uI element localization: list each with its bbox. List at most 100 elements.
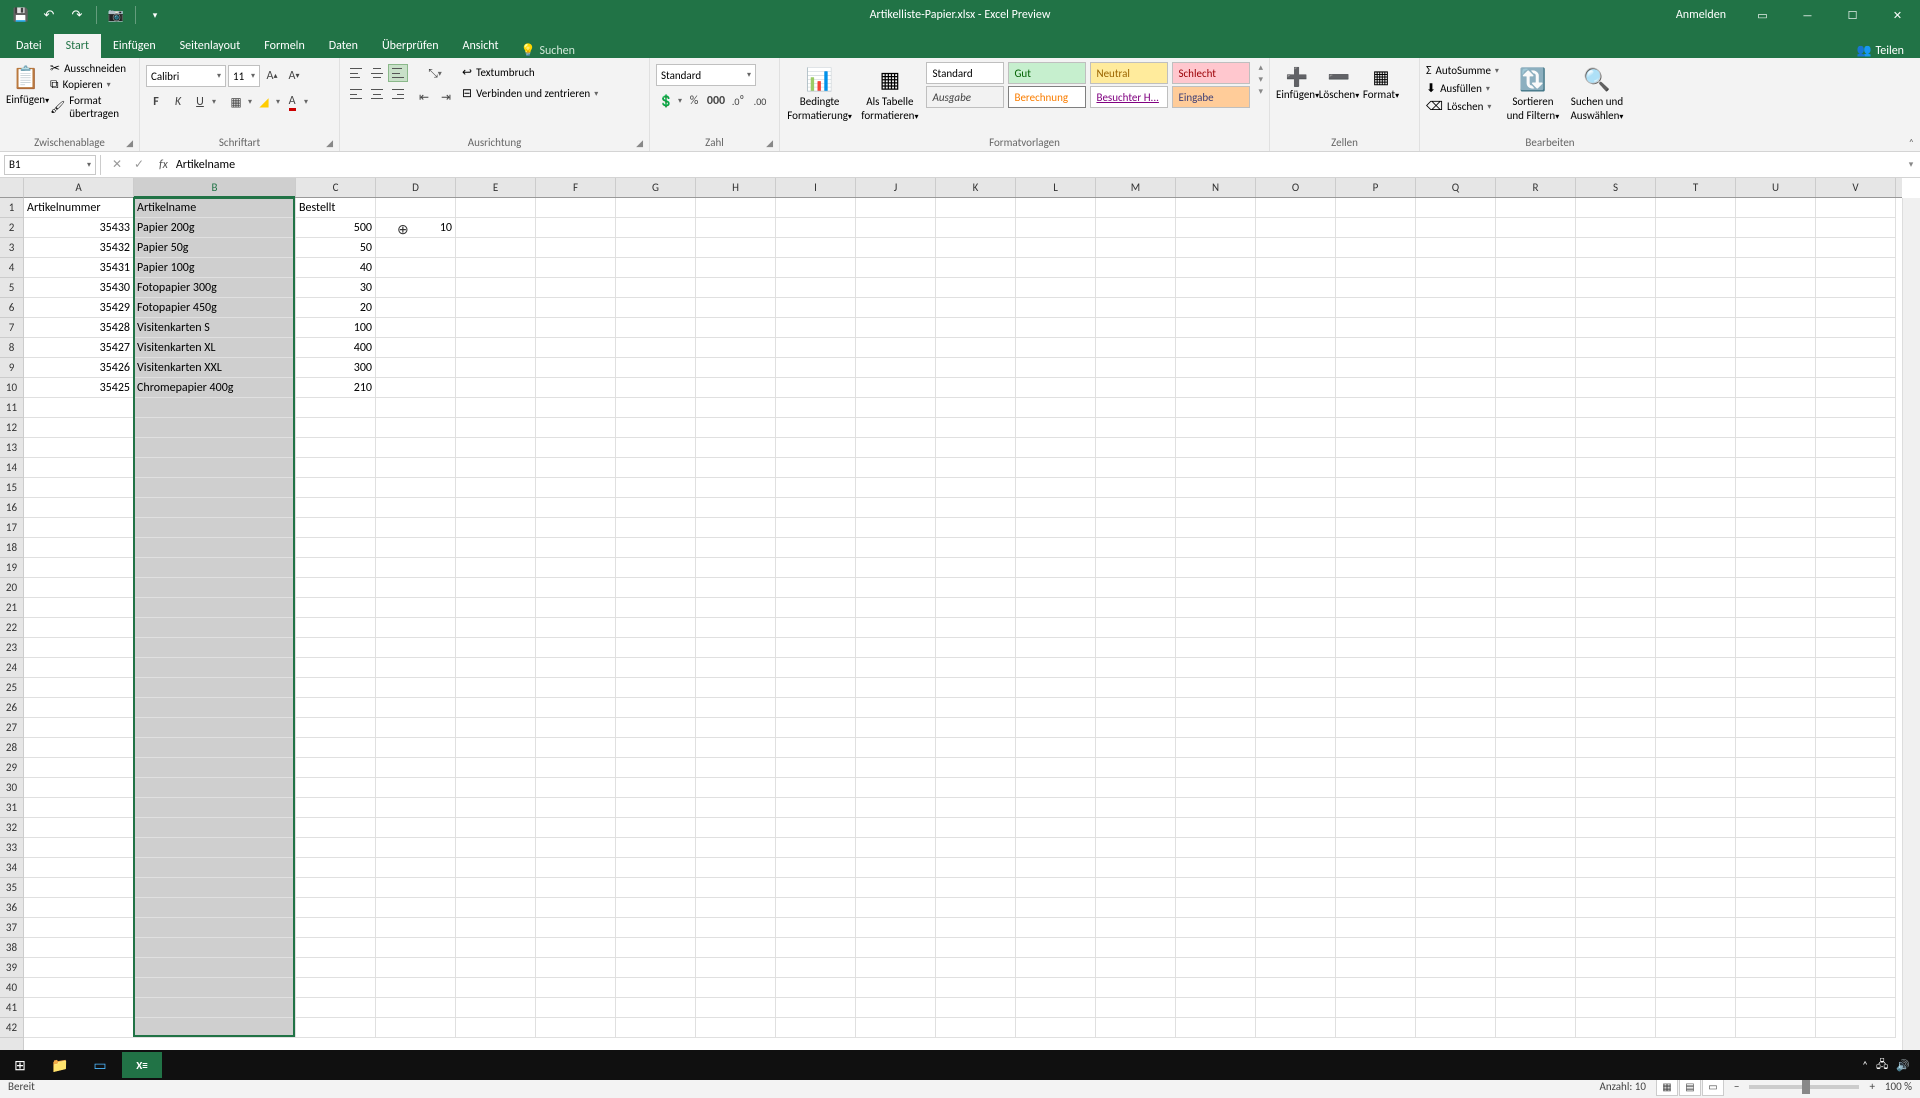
cell[interactable] <box>1816 518 1896 538</box>
cell[interactable] <box>696 698 776 718</box>
cell[interactable] <box>1736 438 1816 458</box>
cell[interactable] <box>1576 278 1656 298</box>
cell[interactable] <box>134 958 296 978</box>
cell[interactable] <box>456 298 536 318</box>
cell[interactable] <box>1816 838 1896 858</box>
cell[interactable] <box>296 638 376 658</box>
cell[interactable] <box>376 898 456 918</box>
cell[interactable] <box>1736 838 1816 858</box>
cell[interactable] <box>1016 778 1096 798</box>
cell[interactable] <box>1656 438 1736 458</box>
cell[interactable] <box>936 318 1016 338</box>
cell[interactable] <box>776 238 856 258</box>
column-header[interactable]: A <box>24 178 134 197</box>
cell[interactable] <box>536 638 616 658</box>
cell[interactable] <box>776 718 856 738</box>
cell[interactable] <box>1496 498 1576 518</box>
cell[interactable] <box>1096 338 1176 358</box>
cell[interactable] <box>1576 218 1656 238</box>
cell[interactable] <box>696 258 776 278</box>
cell[interactable] <box>536 338 616 358</box>
cell[interactable] <box>536 838 616 858</box>
cell[interactable] <box>776 758 856 778</box>
column-headers[interactable]: ABCDEFGHIJKLMNOPQRSTUV <box>24 178 1902 198</box>
cell[interactable] <box>1256 758 1336 778</box>
cell[interactable] <box>696 398 776 418</box>
cell[interactable] <box>1016 378 1096 398</box>
cell[interactable] <box>696 478 776 498</box>
cell[interactable] <box>1256 318 1336 338</box>
cell[interactable] <box>1816 818 1896 838</box>
cell[interactable] <box>1576 198 1656 218</box>
cell[interactable] <box>536 278 616 298</box>
cell[interactable] <box>1816 558 1896 578</box>
cell[interactable] <box>536 738 616 758</box>
cell[interactable] <box>1256 418 1336 438</box>
row-header[interactable]: 9 <box>0 358 23 378</box>
cell[interactable] <box>1576 718 1656 738</box>
cell[interactable] <box>856 198 936 218</box>
cell[interactable]: 35428 <box>24 318 134 338</box>
cell[interactable] <box>936 698 1016 718</box>
cell[interactable] <box>776 298 856 318</box>
cell[interactable] <box>1656 538 1736 558</box>
cell[interactable] <box>1576 498 1656 518</box>
cell[interactable] <box>856 378 936 398</box>
cell[interactable] <box>856 598 936 618</box>
cell[interactable] <box>536 218 616 238</box>
cell[interactable] <box>1176 378 1256 398</box>
cell[interactable] <box>1576 938 1656 958</box>
cell[interactable] <box>696 438 776 458</box>
cell[interactable] <box>536 438 616 458</box>
cell[interactable] <box>776 618 856 638</box>
row-header[interactable]: 19 <box>0 558 23 578</box>
cell[interactable] <box>536 378 616 398</box>
cell[interactable] <box>296 558 376 578</box>
cell[interactable] <box>616 278 696 298</box>
cell[interactable] <box>856 278 936 298</box>
cell[interactable] <box>1176 778 1256 798</box>
cell[interactable] <box>1496 318 1576 338</box>
cell[interactable] <box>1176 938 1256 958</box>
cell[interactable] <box>536 698 616 718</box>
column-header[interactable]: N <box>1176 178 1256 197</box>
cell[interactable] <box>1176 858 1256 878</box>
cell[interactable] <box>856 418 936 438</box>
cell[interactable] <box>856 618 936 638</box>
cell[interactable] <box>1496 258 1576 278</box>
cell[interactable] <box>24 718 134 738</box>
cell[interactable] <box>1496 998 1576 1018</box>
cell[interactable]: 100 <box>296 318 376 338</box>
cell[interactable] <box>536 958 616 978</box>
cell[interactable] <box>1336 478 1416 498</box>
cell[interactable] <box>856 798 936 818</box>
cell[interactable] <box>456 658 536 678</box>
cell[interactable] <box>1816 758 1896 778</box>
cell[interactable] <box>1736 818 1816 838</box>
browser-icon[interactable]: ▭ <box>80 1050 120 1080</box>
cell[interactable] <box>1656 338 1736 358</box>
cell[interactable] <box>134 898 296 918</box>
cell[interactable] <box>936 598 1016 618</box>
cell[interactable] <box>1256 478 1336 498</box>
cell[interactable] <box>696 998 776 1018</box>
cell[interactable] <box>856 978 936 998</box>
cell[interactable] <box>1256 338 1336 358</box>
cell[interactable] <box>134 798 296 818</box>
cell[interactable] <box>1496 758 1576 778</box>
qat-customize-icon[interactable]: ▾ <box>142 3 168 27</box>
cell[interactable] <box>296 958 376 978</box>
tray-chevron-icon[interactable]: ˄ <box>1862 1059 1868 1072</box>
cell[interactable] <box>936 418 1016 438</box>
align-center-button[interactable] <box>367 85 387 103</box>
cell[interactable] <box>1176 598 1256 618</box>
cell[interactable] <box>1096 998 1176 1018</box>
cell[interactable] <box>1496 458 1576 478</box>
cell[interactable] <box>376 298 456 318</box>
start-button[interactable]: ⊞ <box>0 1050 40 1080</box>
cell[interactable] <box>1176 1018 1256 1038</box>
cell[interactable] <box>776 638 856 658</box>
cell[interactable] <box>856 638 936 658</box>
cell[interactable] <box>1016 418 1096 438</box>
cell[interactable] <box>1816 958 1896 978</box>
